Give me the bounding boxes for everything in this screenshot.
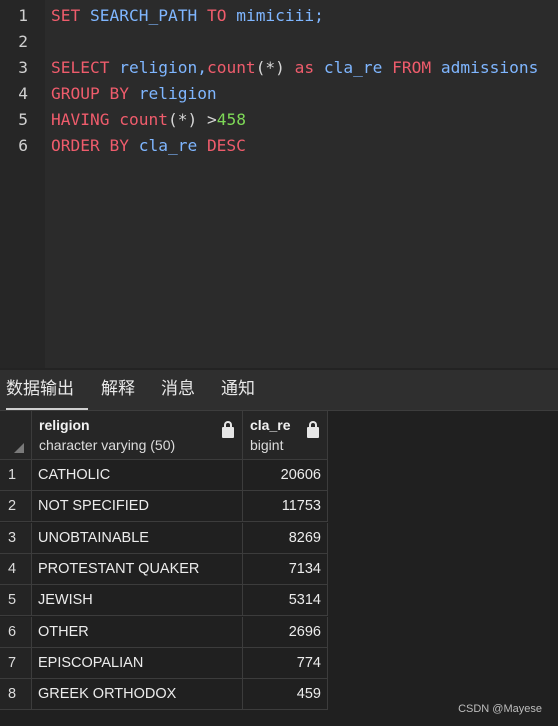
column-name: religion [39,417,90,433]
code-token: ORDER BY [51,136,129,155]
religion-cell[interactable]: NOT SPECIFIED [32,491,243,523]
tab-data-output[interactable]: 数据输出 [6,370,88,410]
cla-re-cell[interactable]: 5314 [243,585,328,617]
row-number-cell[interactable]: 3 [0,522,32,554]
code-text: GROUP BY religion [51,81,217,107]
code-token: religion, [109,58,207,77]
code-token: 458 [216,110,246,129]
cla-re-cell[interactable]: 7134 [243,553,328,585]
code-line: 1 SET SEARCH_PATH TO mimiciii; [0,3,558,29]
tab-notifications[interactable]: 通知 [221,370,255,408]
row-number-cell[interactable]: 2 [0,491,32,523]
code-token: as [284,58,315,77]
code-text: SELECT religion,count(*) as cla_re FROM … [51,55,538,81]
religion-cell[interactable]: UNOBTAINABLE [32,522,243,554]
line-number: 3 [18,58,28,77]
row-number-cell[interactable]: 6 [0,616,32,648]
code-token: count [206,58,256,77]
cla-re-cell[interactable]: 459 [243,679,328,711]
row-number-cell[interactable]: 5 [0,585,32,617]
column-type: bigint [250,437,284,453]
religion-cell[interactable]: OTHER [32,616,243,648]
row-number-cell[interactable]: 8 [0,679,32,711]
column-header-religion[interactable]: religion character varying (50) [32,411,243,460]
table-row[interactable]: 3 UNOBTAINABLE 8269 [0,522,328,554]
table-row[interactable]: 6 OTHER 2696 [0,616,328,648]
cla-re-cell[interactable]: 774 [243,647,328,679]
line-number: 2 [18,32,28,51]
code-token: cla_re [314,58,393,77]
code-line: 3 SELECT religion,count(*) as cla_re FROM… [0,55,558,81]
table-row[interactable]: 4 PROTESTANT QUAKER 7134 [0,553,328,585]
code-text: SET SEARCH_PATH TO mimiciii; [51,3,324,29]
sql-editor[interactable]: 1 SET SEARCH_PATH TO mimiciii; 2 3 SELECT re… [0,0,558,368]
code-token: mimiciii; [226,6,324,25]
row-number-cell[interactable]: 7 [0,647,32,679]
table-row[interactable]: 1 CATHOLIC 20606 [0,460,328,491]
code-token: FROM [392,58,432,77]
row-number-cell[interactable]: 1 [0,460,32,491]
code-line: 4 GROUP BY religion [0,81,558,107]
tab-explain[interactable]: 解释 [101,370,135,408]
results-grid: religion character varying (50) cla_re b… [0,411,558,726]
tab-messages[interactable]: 消息 [161,370,195,408]
lock-icon [222,421,234,438]
watermark: CSDN @Mayese [458,703,542,715]
code-token: SELECT [51,58,110,77]
code-token: TO [206,6,227,25]
cla-re-cell[interactable]: 11753 [243,491,328,523]
code-token: GROUP BY [51,84,129,103]
row-number-cell[interactable]: 4 [0,553,32,585]
grid-corner[interactable] [0,411,32,460]
religion-cell[interactable]: GREEK ORTHODOX [32,679,243,711]
code-token: admissions [431,58,539,77]
code-line: 2 [0,29,558,55]
table-row[interactable]: 7 EPISCOPALIAN 774 [0,647,328,679]
cla-re-cell[interactable]: 20606 [243,460,328,491]
line-number: 4 [18,84,28,103]
code-token: SEARCH_PATH [90,6,198,25]
religion-cell[interactable]: EPISCOPALIAN [32,647,243,679]
code-token: (*) > [167,110,217,129]
religion-cell[interactable]: CATHOLIC [32,460,243,491]
result-tabs: 数据输出 解释 消息 通知 [0,370,558,411]
code-line: 6 ORDER BY cla_re DESC [0,133,558,159]
column-type: character varying (50) [39,437,176,453]
code-token: HAVING [51,110,110,129]
religion-cell[interactable]: JEWISH [32,585,243,617]
code-text: ORDER BY cla_re DESC [51,133,246,159]
line-number: 5 [18,110,28,129]
column-header-cla-re[interactable]: cla_re bigint [243,411,328,460]
code-token: DESC [206,136,246,155]
table-row[interactable]: 5 JEWISH 5314 [0,585,328,617]
table-row[interactable]: 8 GREEK ORTHODOX 459 [0,679,328,711]
code-token: cla_re [128,136,207,155]
code-text: HAVING count(*) >458 [51,107,246,133]
code-token: religion [128,84,217,103]
code-token: (*) [255,58,285,77]
code-token: count [119,110,168,129]
column-name: cla_re [250,417,291,433]
select-all-icon [14,443,24,453]
table-row[interactable]: 2 NOT SPECIFIED 11753 [0,491,328,523]
cla-re-cell[interactable]: 2696 [243,616,328,648]
code-line: 5 HAVING count(*) >458 [0,107,558,133]
religion-cell[interactable]: PROTESTANT QUAKER [32,553,243,585]
code-token: SET [51,6,81,25]
cla-re-cell[interactable]: 8269 [243,522,328,554]
line-number: 1 [18,6,28,25]
line-number: 6 [18,136,28,155]
lock-icon [307,421,319,438]
